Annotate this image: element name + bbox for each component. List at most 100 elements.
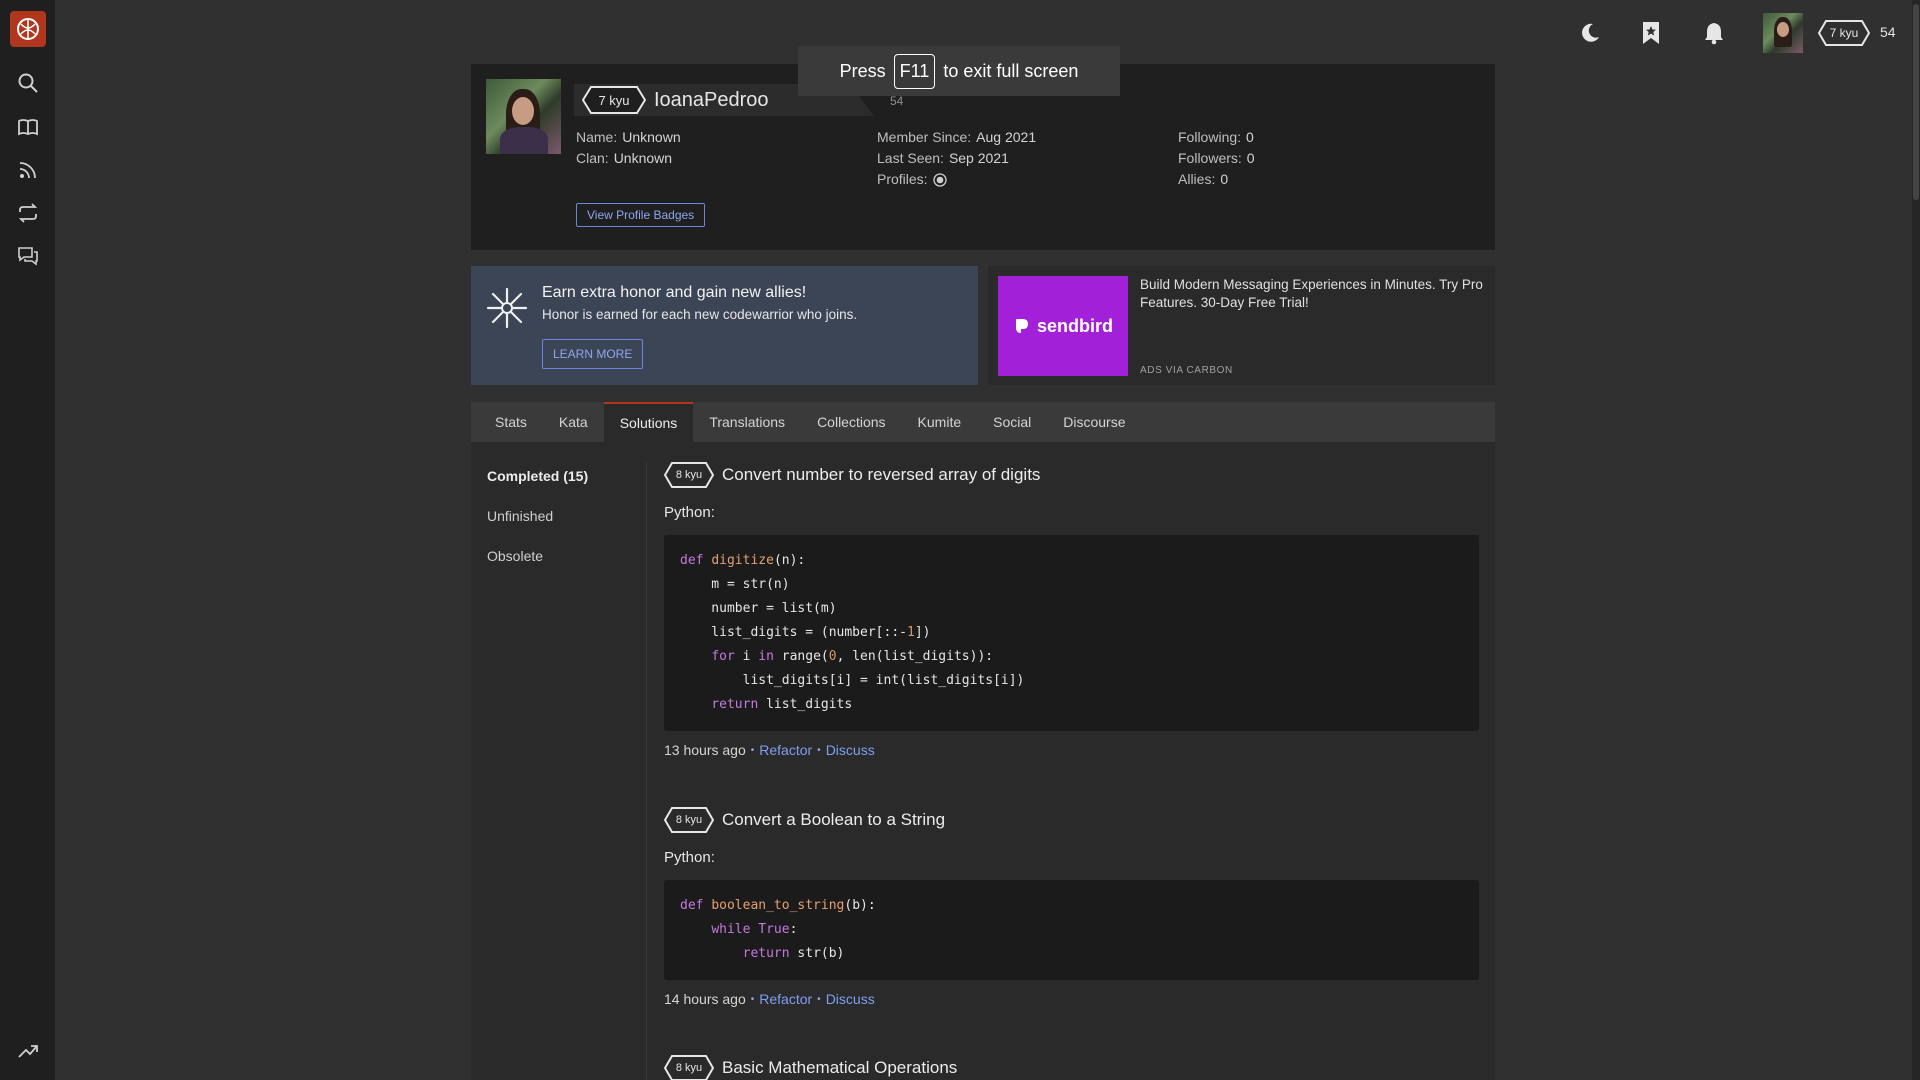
info-value: Sep 2021 [948, 150, 1009, 166]
info-row: Member Since: Aug 2021 [877, 127, 1036, 148]
info-value: Unknown [622, 129, 681, 145]
info-value: Unknown [613, 150, 673, 166]
tab-discourse[interactable]: Discourse [1047, 402, 1141, 442]
logo-icon [17, 18, 39, 40]
info-row: Clan: Unknown [576, 148, 681, 169]
info-label: Allies: [1178, 171, 1216, 187]
tab-collections[interactable]: Collections [801, 402, 901, 442]
discuss-link[interactable]: Discuss [826, 742, 875, 758]
fullscreen-suffix: to exit full screen [943, 60, 1079, 81]
info-value: 0 [1246, 150, 1255, 166]
topbar-rank-text: 7 kyu [1829, 26, 1859, 40]
kata-title-link[interactable]: Convert number to reversed array of digi… [722, 465, 1040, 485]
info-label: Last Seen: [877, 150, 944, 166]
search-icon[interactable] [14, 69, 42, 97]
tab-kata[interactable]: Kata [543, 402, 604, 442]
tab-translations[interactable]: Translations [693, 402, 801, 442]
info-label: Name: [576, 129, 618, 145]
promo-title: Earn extra honor and gain new allies! [542, 284, 807, 301]
topbar-rank-badge: 7 kyu [1818, 20, 1870, 46]
topbar-honor: 54 [1880, 24, 1896, 40]
info-column-1: Name: Unknown Clan: Unknown [576, 127, 681, 169]
kata-rank-badge: 8 kyu [663, 807, 715, 833]
solution-item: 8 kyu Basic Mathematical Operations [663, 1054, 1479, 1080]
carbon-ad[interactable]: sendbird Build Modern Messaging Experien… [988, 266, 1495, 385]
code-block: def boolean_to_string(b): while True: re… [664, 880, 1479, 980]
info-label: Following: [1178, 129, 1242, 145]
filter-unfinished[interactable]: Unfinished [487, 508, 637, 548]
repeat-icon[interactable] [14, 199, 42, 227]
kata-rank-text: 8 kyu [675, 469, 703, 481]
info-row: Followers: 0 [1178, 148, 1255, 169]
info-row: Profiles: [877, 169, 1036, 190]
scrollbar-thumb[interactable] [1913, 4, 1919, 200]
ad-text[interactable]: Build Modern Messaging Experiences in Mi… [1140, 276, 1490, 312]
solutions-panel: Completed (15) Unfinished Obsolete 8 kyu… [471, 442, 1495, 1080]
info-value: 0 [1246, 129, 1254, 145]
chat-icon[interactable] [14, 242, 42, 270]
info-label: Followers: [1178, 150, 1242, 166]
ad-via[interactable]: ADS VIA CARBON [1140, 365, 1233, 376]
main-column: 7 kyu IoanaPedroo 54 Name: Unknown Clan: U… [471, 64, 1495, 1080]
github-icon[interactable] [932, 172, 947, 187]
info-label: Profiles: [877, 171, 928, 187]
filter-obsolete[interactable]: Obsolete [487, 548, 637, 588]
referral-promo: Earn extra honor and gain new allies! Ho… [471, 266, 978, 385]
kata-rank-text: 8 kyu [675, 1062, 703, 1074]
code-block: def digitize(n): m = str(n) number = lis… [664, 535, 1479, 731]
book-icon[interactable] [14, 113, 42, 141]
rss-icon[interactable] [14, 156, 42, 184]
discuss-link[interactable]: Discuss [826, 991, 875, 1007]
solution-item: 8 kyu Convert number to reversed array o… [663, 461, 1479, 758]
tab-kumite[interactable]: Kumite [902, 402, 978, 442]
solution-time: 14 hours ago [664, 991, 746, 1007]
solution-language: Python: [664, 504, 715, 521]
learn-more-button[interactable]: LEARN MORE [542, 339, 644, 369]
info-row: Last Seen: Sep 2021 [877, 148, 1036, 169]
page-scrollbar[interactable] [1912, 0, 1920, 1080]
profile-avatar [486, 79, 561, 154]
profile-rank-badge: 7 kyu [581, 86, 647, 114]
solution-meta: 14 hours ago • Refactor • Discuss [664, 991, 875, 1007]
sparkle-icon [486, 287, 528, 329]
info-label: Clan: [576, 150, 609, 166]
codewars-logo[interactable] [10, 11, 46, 47]
solutions-filter-menu: Completed (15) Unfinished Obsolete [487, 468, 637, 588]
kata-rank-text: 8 kyu [675, 814, 703, 826]
tab-stats[interactable]: Stats [479, 402, 543, 442]
info-column-3: Following: 0 Followers: 0 Allies: 0 [1178, 127, 1255, 190]
kata-rank-badge: 8 kyu [663, 462, 715, 488]
solution-time: 13 hours ago [664, 742, 746, 758]
bookmark-icon[interactable] [1636, 18, 1666, 48]
moon-icon[interactable] [1575, 18, 1605, 48]
ad-brand: sendbird [1036, 315, 1113, 336]
ad-image[interactable]: sendbird [998, 276, 1128, 376]
sendbird-logo-icon [1015, 319, 1028, 333]
tab-social[interactable]: Social [977, 402, 1047, 442]
bell-icon[interactable] [1699, 18, 1729, 48]
info-row: Allies: 0 [1178, 169, 1255, 190]
trending-icon[interactable] [14, 1037, 42, 1065]
kata-title-link[interactable]: Basic Mathematical Operations [722, 1058, 957, 1078]
info-row: Name: Unknown [576, 127, 681, 148]
profile-honor: 54 [890, 94, 904, 108]
view-profile-badges-button[interactable]: View Profile Badges [576, 203, 706, 227]
info-row: Following: 0 [1178, 127, 1255, 148]
username: IoanaPedroo [654, 88, 769, 111]
fullscreen-prefix: Press [839, 60, 886, 81]
solution-meta: 13 hours ago • Refactor • Discuss [664, 742, 875, 758]
info-value: 0 [1220, 171, 1229, 187]
kata-title-link[interactable]: Convert a Boolean to a String [722, 810, 945, 830]
refactor-link[interactable]: Refactor [759, 991, 812, 1007]
menu-divider [646, 462, 647, 1080]
left-sidebar [0, 0, 55, 1080]
user-avatar[interactable] [1763, 13, 1803, 53]
info-column-2: Member Since: Aug 2021 Last Seen: Sep 2021… [877, 127, 1036, 190]
info-value: Aug 2021 [976, 129, 1037, 145]
tab-solutions[interactable]: Solutions [603, 402, 694, 442]
refactor-link[interactable]: Refactor [759, 742, 812, 758]
kata-rank-badge: 8 kyu [663, 1055, 715, 1080]
filter-completed[interactable]: Completed (15) [487, 468, 637, 508]
profile-rank-text: 7 kyu [598, 92, 630, 108]
solution-language: Python: [664, 849, 715, 866]
